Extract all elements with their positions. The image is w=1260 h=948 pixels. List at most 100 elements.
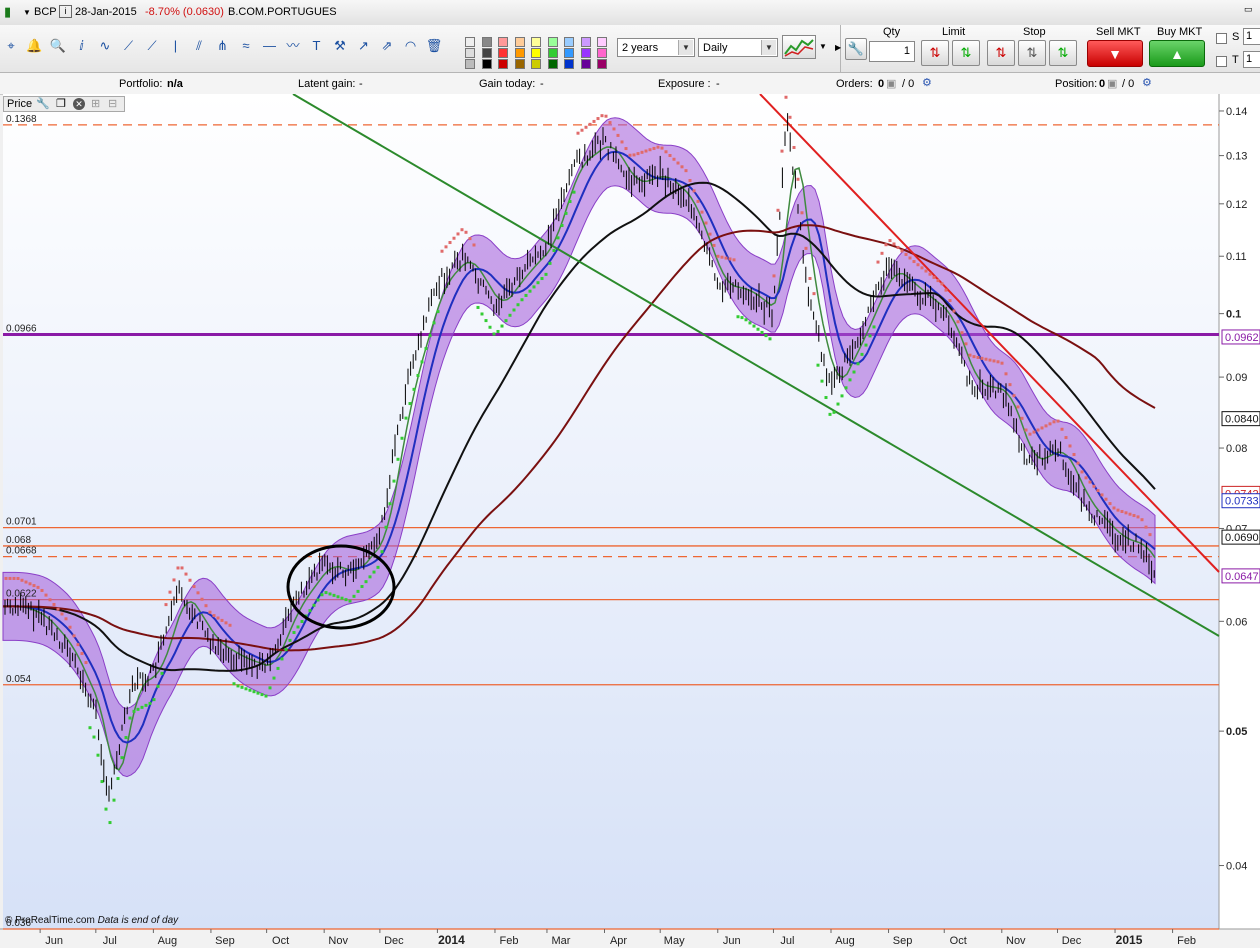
- sar-dot: [864, 343, 868, 347]
- move-down-icon[interactable]: ⊟: [108, 97, 117, 112]
- orders-edit-icon[interactable]: ▣: [886, 77, 896, 90]
- arrow-pair-icon[interactable]: ⇗: [378, 37, 396, 55]
- regression-icon[interactable]: ≈: [237, 37, 255, 55]
- color-swatch[interactable]: [514, 37, 525, 47]
- sar-dot: [1096, 489, 1100, 493]
- color-swatch[interactable]: [597, 59, 607, 69]
- stop-buy-button[interactable]: ⇅: [1049, 40, 1077, 66]
- color-swatch[interactable]: [514, 48, 525, 58]
- limit-buy-button[interactable]: ⇅: [952, 40, 980, 66]
- vertical-line-icon[interactable]: |: [167, 37, 185, 55]
- sell-mkt-button[interactable]: ▼: [1087, 40, 1143, 67]
- position-gear-icon[interactable]: ⚙: [1142, 76, 1152, 89]
- indicator-icon[interactable]: ∿: [96, 37, 114, 55]
- sar-dot: [832, 410, 836, 414]
- s-input[interactable]: 1: [1243, 28, 1260, 45]
- t-checkbox[interactable]: [1216, 56, 1227, 67]
- color-swatch[interactable]: [531, 48, 541, 58]
- color-swatch[interactable]: [564, 37, 574, 47]
- color-swatch[interactable]: [514, 59, 525, 69]
- window-icon[interactable]: ❐: [56, 97, 66, 112]
- line-tool-icon[interactable]: ⟋: [120, 37, 138, 55]
- zoom-icon[interactable]: 🔍: [49, 37, 67, 55]
- color-swatch[interactable]: [597, 37, 607, 47]
- color-swatch[interactable]: [531, 59, 541, 69]
- limit-sell-button[interactable]: ⇅: [921, 40, 949, 66]
- color-swatch[interactable]: [498, 37, 508, 47]
- sar-dot: [460, 228, 464, 232]
- move-up-icon[interactable]: ⊞: [91, 97, 100, 112]
- stop-sell-button[interactable]: ⇅: [987, 40, 1015, 66]
- chevron-down-icon[interactable]: ▼: [819, 42, 827, 51]
- sar-dot: [176, 566, 180, 570]
- color-swatch[interactable]: [564, 59, 574, 69]
- color-swatch[interactable]: [465, 37, 475, 47]
- buy-mkt-button[interactable]: ▲: [1149, 40, 1205, 67]
- color-swatch[interactable]: [498, 48, 508, 58]
- close-icon[interactable]: ✕: [73, 98, 85, 110]
- color-swatch[interactable]: [547, 37, 558, 47]
- horizontal-line-icon[interactable]: —: [261, 37, 279, 55]
- color-swatch[interactable]: [465, 48, 475, 58]
- trend-icon[interactable]: 〰: [284, 37, 302, 55]
- stop-sell-icon: ⇅: [995, 45, 1007, 60]
- sar-dot: [352, 594, 356, 598]
- s-label: S: [1232, 31, 1240, 43]
- arrow-icon[interactable]: ↗: [355, 37, 373, 55]
- crosshair-icon[interactable]: ⌖: [2, 37, 20, 55]
- wrench-icon[interactable]: 🔧: [36, 97, 50, 112]
- qty-input[interactable]: 1: [869, 41, 915, 62]
- trash-icon[interactable]: 🗑: [425, 37, 443, 55]
- alert-bell-icon[interactable]: 🔔: [26, 37, 44, 55]
- sell-mkt-label: Sell MKT: [1096, 26, 1141, 38]
- y-tick-label: 0.12: [1226, 199, 1247, 211]
- parallel-channel-icon[interactable]: ⫽: [190, 37, 208, 55]
- color-swatch[interactable]: [531, 37, 541, 47]
- ray-tool-icon[interactable]: ⟋: [143, 37, 161, 55]
- color-swatch[interactable]: [547, 59, 558, 69]
- sar-dot: [972, 355, 976, 359]
- color-swatch[interactable]: [547, 48, 558, 58]
- sar-dot: [1020, 416, 1024, 420]
- color-swatch[interactable]: [481, 37, 492, 47]
- sar-dot: [640, 150, 644, 154]
- candlestick-icon[interactable]: ▮: [4, 4, 11, 20]
- color-swatch[interactable]: [481, 48, 492, 58]
- color-swatch[interactable]: [580, 48, 591, 58]
- arc-icon[interactable]: ◠: [402, 37, 420, 55]
- price-chart[interactable]: 0.040.050.060.070.080.090.10.110.120.130…: [0, 94, 1260, 948]
- color-swatch[interactable]: [498, 59, 508, 69]
- color-swatch[interactable]: [481, 59, 492, 69]
- position-edit-icon[interactable]: ▣: [1107, 77, 1117, 90]
- color-swatch[interactable]: [580, 59, 591, 69]
- window-restore-icon[interactable]: ▭: [1244, 4, 1253, 15]
- x-tick-label: 2015: [1116, 933, 1143, 947]
- text-icon[interactable]: T: [308, 37, 326, 55]
- color-swatch[interactable]: [564, 48, 574, 58]
- pitchfork-icon[interactable]: ⋔: [214, 37, 232, 55]
- dropdown-arrow-icon[interactable]: ▼: [23, 8, 31, 17]
- s-value: 1: [1246, 30, 1253, 42]
- symbol-label[interactable]: BCP: [34, 6, 57, 18]
- color-swatch[interactable]: [597, 48, 607, 58]
- t-input[interactable]: 1: [1243, 51, 1260, 68]
- period-select[interactable]: 2 years ▼: [617, 38, 695, 57]
- info-icon[interactable]: i: [59, 5, 72, 18]
- sar-dot: [868, 334, 872, 338]
- sar-dot: [728, 257, 732, 261]
- sar-dot: [364, 580, 368, 584]
- fibonacci-icon[interactable]: ⅈ: [73, 37, 91, 55]
- tools-icon[interactable]: ⚒: [331, 37, 349, 55]
- interval-select[interactable]: Daily ▼: [698, 38, 778, 57]
- expand-arrow-icon[interactable]: ▶: [835, 43, 841, 52]
- color-swatch[interactable]: [580, 37, 591, 47]
- color-swatch[interactable]: [465, 59, 475, 69]
- stop-mid-button[interactable]: ⇅: [1018, 40, 1046, 66]
- orders-gear-icon[interactable]: ⚙: [922, 76, 932, 89]
- sar-dot: [408, 402, 412, 406]
- s-checkbox[interactable]: [1216, 33, 1227, 44]
- sar-dot: [360, 585, 364, 589]
- portfolio-value: n/a: [167, 78, 183, 90]
- chart-style-button[interactable]: [782, 35, 816, 59]
- settings-wrench-button[interactable]: 🔧: [845, 38, 867, 60]
